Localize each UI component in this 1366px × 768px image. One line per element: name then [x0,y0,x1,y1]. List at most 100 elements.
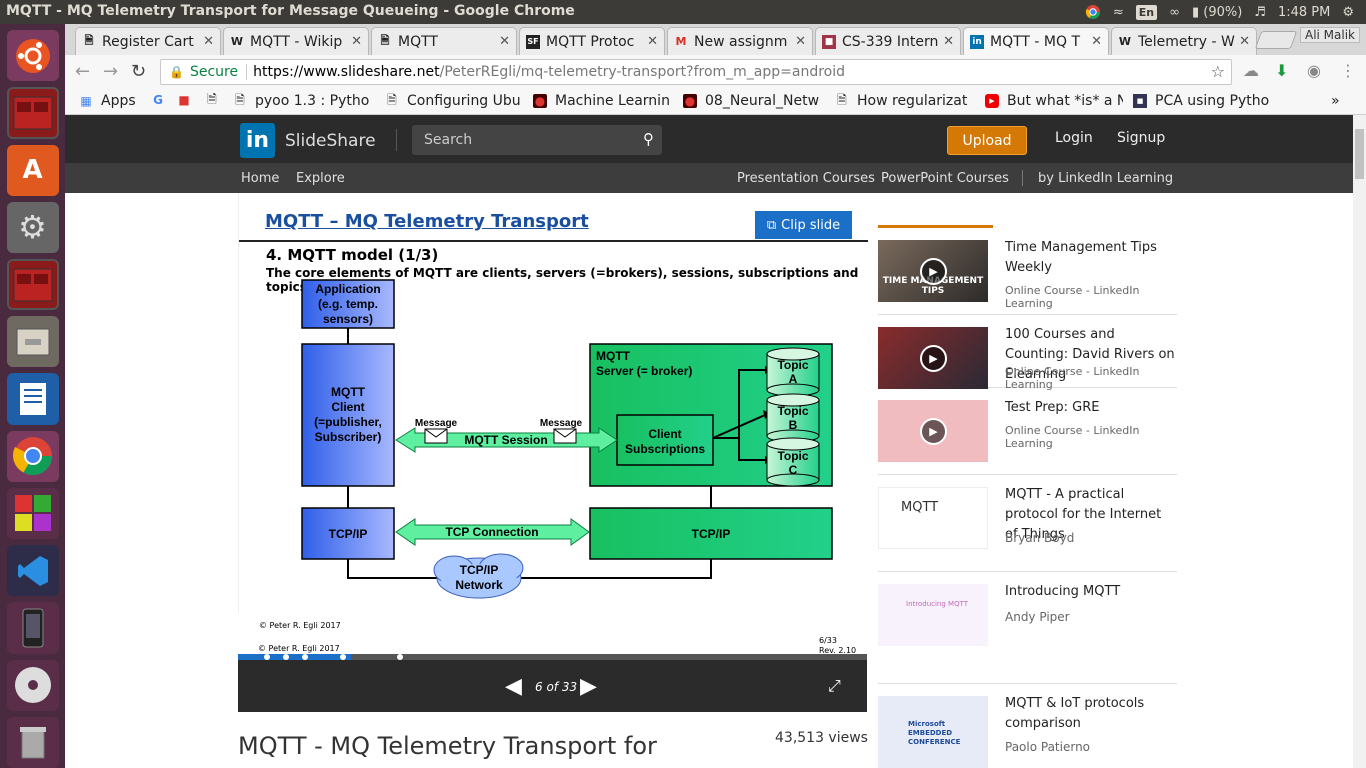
deck-thumbnail: Introducing MQTT [878,584,988,646]
workspace-icon[interactable] [6,487,59,540]
nav-powerpoint-courses[interactable]: PowerPoint Courses [881,171,1009,186]
wikipedia-icon: W [230,35,244,48]
slide-viewer[interactable]: MQTT – MQ Telemetry Transport ⧉ Clip slid… [238,193,868,630]
writer-icon[interactable] [6,373,59,425]
web-page: in SlideShare Search ⚲ Upload Login Signup… [65,115,1353,768]
clip-slide-button[interactable]: ⧉ Clip slide [755,211,852,239]
slideshare-logo[interactable]: in SlideShare [240,123,376,158]
extension-download-icon[interactable]: ⬇ [1275,61,1288,80]
play-icon[interactable]: ▶ [920,418,947,445]
application-box-label: Application (e.g. temp. sensors) [315,282,380,326]
software-center-icon[interactable]: A [6,144,59,196]
keyboard-layout[interactable]: En [1135,4,1158,20]
terminal-icon-2[interactable] [6,258,59,311]
bookmark-apps[interactable]: ▦ Apps [79,93,135,109]
forward-arrow-icon[interactable]: → [103,61,118,82]
server-box-line-2: Server (= broker) [596,364,692,378]
chrome-tray-icon[interactable] [1085,4,1101,20]
close-icon[interactable]: ✕ [351,34,362,49]
bookmarks-bar: ▦ Apps G ■ 🗎 🗎 pyoo 1.3 : Pytho 🗎 Configuri… [65,89,1366,115]
extension-globe-icon[interactable]: ◉ [1307,61,1321,80]
settings-icon[interactable]: ⚙ [6,201,59,253]
topic-b-line-1: Topic [777,404,808,418]
bookmark-pyoo[interactable]: 🗎 pyoo 1.3 : Pytho [233,93,373,109]
fullscreen-icon[interactable]: ⤢ [828,676,841,696]
tab-mqtt-slideshare[interactable]: in MQTT - MQ T ✕ [963,27,1109,55]
login-link[interactable]: Login [1055,130,1093,146]
tab-mqtt[interactable]: 🗎 MQTT ✕ [371,27,517,55]
bookmark-star-icon[interactable]: ☆ [1211,62,1225,81]
bookmark-machine-learning[interactable]: ● Machine Learnin [533,93,671,109]
close-icon[interactable]: ✕ [943,34,954,49]
trash-icon[interactable] [6,716,59,768]
extension-cloud-icon[interactable]: ☁ [1243,61,1259,80]
power-gear-icon[interactable]: ⚙ [1342,5,1354,20]
ubuntu-icon[interactable] [6,30,59,82]
related-course-card[interactable]: TIME MANAGEMENT TIPS ▶ Time Management Ti… [878,228,1177,315]
battery-indicator[interactable]: ▮ (90%) [1192,5,1242,20]
bookmarks-overflow-icon[interactable]: » [1331,93,1340,109]
play-icon[interactable]: ▶ [920,345,947,372]
related-course-card[interactable]: ▶ 100 Courses and Counting: David Rivers… [878,315,1177,391]
files-icon[interactable] [6,316,59,368]
related-course-card[interactable]: ▶ Test Prep: GRE Online Course - LinkedI… [878,388,1177,475]
bookmark-pca[interactable]: ■ PCA using Pytho [1133,93,1273,109]
chrome-icon[interactable] [6,430,59,482]
menu-dots-icon[interactable]: ⋮ [1340,61,1356,80]
nav-presentation-courses[interactable]: Presentation Courses [737,171,875,186]
deck-thumbnail: MQTT [878,487,988,549]
close-icon[interactable]: ✕ [795,34,806,49]
nav-home[interactable]: Home [241,171,279,186]
terminal-icon[interactable] [6,87,59,139]
search-icon[interactable]: ⚲ [643,130,654,148]
tab-mqtt-protocol[interactable]: SF MQTT Protoc ✕ [519,27,665,55]
close-icon[interactable]: ✕ [647,34,658,49]
upload-button[interactable]: Upload [947,126,1027,155]
search-input[interactable]: Search ⚲ [412,125,662,155]
address-bar[interactable]: 🔒 Secure https://www.slideshare.net/Pete… [160,59,1232,85]
tab-register-cart[interactable]: 🗎 Register Cart ✕ [75,27,221,55]
bookmark-google[interactable]: G [151,93,173,107]
play-icon[interactable]: ▶ [920,258,947,285]
dvd-icon[interactable] [6,659,59,711]
signup-link[interactable]: Signup [1117,130,1165,146]
nav-explore[interactable]: Explore [296,171,345,186]
phone-icon[interactable] [6,602,59,654]
close-icon[interactable]: ✕ [203,34,214,49]
google-icon: G [153,93,163,107]
related-deck-card[interactable]: Introducing MQTT Introducing MQTT Andy P… [878,572,1177,684]
new-tab-button[interactable] [1254,31,1298,49]
scrollbar-thumb[interactable] [1355,129,1364,179]
topic-c-line-1: Topic [777,449,808,463]
volume-icon[interactable]: ♬ [1254,5,1266,20]
back-arrow-icon[interactable]: ← [75,61,90,82]
profile-button[interactable]: Ali Malik [1299,27,1360,43]
bookmark-regularization[interactable]: 🗎 How regularizat [835,93,973,109]
bookmark-youtube[interactable]: ▶ But what *is* a N [985,93,1123,109]
slide-header: MQTT – MQ Telemetry Transport [265,211,589,232]
related-deck-card[interactable]: Microsoft EMBEDDED CONFERENCE MQTT & IoT… [878,684,1177,768]
tab-new-assignment[interactable]: M New assignm ✕ [667,27,813,55]
related-deck-card[interactable]: MQTT MQTT - A practical protocol for the… [878,475,1177,572]
bluetooth-icon[interactable]: ∞ [1169,5,1180,20]
tab-mqtt-wikipedia[interactable]: W MQTT - Wikip ✕ [223,27,369,55]
close-icon[interactable]: ✕ [499,34,510,49]
bookmark-red[interactable]: ■ [177,93,199,107]
bookmark-configuring-ubuntu[interactable]: 🗎 Configuring Ubu [385,93,523,109]
wifi-icon[interactable]: ≈ [1113,5,1124,20]
next-slide-icon[interactable]: ▶ [580,674,597,699]
application-box-line-1: Application [315,282,380,296]
previous-slide-icon[interactable]: ◀ [505,674,522,699]
nav-linkedin-learning[interactable]: by LinkedIn Learning [1038,171,1173,186]
close-icon[interactable]: ✕ [1239,34,1250,49]
message-left-label: Message [415,418,458,429]
tab-cs339[interactable]: ■ CS-339 Intern ✕ [815,27,961,55]
bookmark-doc[interactable]: 🗎 [205,93,227,107]
bookmark-neural-net[interactable]: ● 08_Neural_Netw [683,93,821,109]
clock[interactable]: 1:48 PM [1278,5,1330,20]
page-scrollbar[interactable] [1353,115,1366,768]
reload-icon[interactable]: ↻ [131,61,146,82]
tab-telemetry-wikipedia[interactable]: W Telemetry - W ✕ [1111,27,1257,55]
vscode-icon[interactable] [6,545,59,597]
close-icon[interactable]: ✕ [1091,34,1102,49]
